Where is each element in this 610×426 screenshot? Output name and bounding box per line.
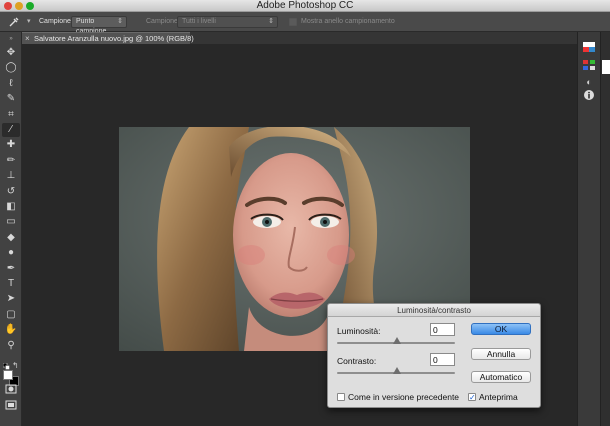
marquee-icon[interactable]: ◯ — [2, 61, 20, 75]
contrast-input[interactable] — [430, 353, 455, 366]
document-tab-bar: × Salvatore Aranzulla nuovo.jpg @ 100% (… — [22, 32, 577, 44]
eyedropper-icon[interactable]: ⁄ — [2, 123, 20, 137]
toolbox: » ✥ ◯ ℓ ✎ ⌗ ⁄ ✚ ✏ ⊥ ↺ ◧ ▭ ◆ ● ✒ T ➤ ▢ ✋ ⚲ ↰ — [0, 32, 22, 426]
show-ring-checkbox[interactable] — [289, 18, 297, 26]
shape-icon[interactable]: ▢ — [2, 308, 20, 322]
sample-size-select[interactable]: Punto campione ⇕ — [71, 16, 127, 35]
quick-mask-icon[interactable] — [2, 384, 20, 398]
blur-icon[interactable]: ◆ — [2, 231, 20, 245]
title-bar: Adobe Photoshop CC — [0, 0, 610, 12]
app-title: Adobe Photoshop CC — [256, 0, 354, 11]
document-tab[interactable]: × Salvatore Aranzulla nuovo.jpg @ 100% (… — [22, 32, 194, 44]
auto-button[interactable]: Automatico — [471, 371, 531, 383]
contrast-slider[interactable] — [337, 367, 455, 374]
chevron-down-icon[interactable]: ▾ — [27, 12, 31, 32]
options-bar: ▾ Campione: Punto campione ⇕ Campione: T… — [0, 12, 610, 35]
type-icon[interactable]: T — [2, 277, 20, 291]
lasso-icon[interactable]: ℓ — [2, 77, 20, 91]
brightness-slider[interactable] — [337, 337, 455, 344]
dialog-title: Luminosità/contrasto — [328, 304, 540, 317]
select-arrows-icon: ⇕ — [268, 18, 274, 25]
brightness-label: Luminosità: — [337, 326, 381, 336]
ok-button[interactable]: OK — [471, 323, 531, 335]
sample-layers-label: Campione: — [146, 18, 180, 25]
color-picker-field[interactable] — [602, 60, 610, 74]
eraser-icon[interactable]: ◧ — [2, 200, 20, 214]
healing-icon[interactable]: ✚ — [2, 138, 20, 152]
color-panel-icon[interactable] — [582, 42, 596, 54]
pen-icon[interactable]: ✒ — [2, 262, 20, 276]
history-brush-icon[interactable]: ↺ — [2, 185, 20, 199]
swatches-panel-icon[interactable] — [582, 60, 596, 72]
brightness-slider-thumb[interactable] — [393, 337, 401, 344]
legacy-label: Come in versione precedente — [348, 392, 460, 402]
adjustments-panel-icon[interactable]: ◐ — [582, 76, 596, 88]
foreground-color-swatch[interactable] — [3, 370, 13, 380]
contrast-slider-thumb[interactable] — [393, 367, 401, 374]
brightness-input[interactable] — [430, 323, 455, 336]
brush-icon[interactable]: ✏ — [2, 154, 20, 168]
sample-label: Campione: — [39, 18, 73, 25]
eyedropper-tool-preset-icon[interactable] — [8, 16, 20, 28]
contrast-label: Contrasto: — [337, 356, 377, 366]
info-panel-icon[interactable] — [582, 90, 596, 102]
preview-checkbox[interactable]: ✓ — [468, 393, 476, 402]
default-colors-icon[interactable] — [2, 362, 10, 370]
crop-icon[interactable]: ⌗ — [2, 108, 20, 122]
hand-icon[interactable]: ✋ — [2, 323, 20, 337]
zoom-icon[interactable]: ⚲ — [2, 339, 20, 353]
show-ring-label: Mostra anello campionamento — [301, 18, 395, 25]
cancel-button[interactable]: Annulla — [471, 348, 531, 360]
legacy-checkbox[interactable] — [337, 393, 345, 401]
right-panel-column — [600, 32, 610, 426]
document-tab-title: Salvatore Aranzulla nuovo.jpg @ 100% (RG… — [34, 34, 194, 43]
select-arrows-icon: ⇕ — [117, 18, 123, 25]
preview-label: Anteprima — [479, 392, 518, 402]
move-icon[interactable]: ✥ — [2, 46, 20, 60]
brightness-contrast-dialog: Luminosità/contrasto Luminosità: Contras… — [327, 303, 541, 408]
sample-layers-select[interactable]: Tutti i livelli ⇕ — [177, 16, 278, 28]
screen-mode-icon[interactable] — [2, 400, 20, 414]
gradient-icon[interactable]: ▭ — [2, 215, 20, 229]
sample-layers-value: Tutti i livelli — [182, 18, 216, 25]
quick-select-icon[interactable]: ✎ — [2, 92, 20, 106]
stamp-icon[interactable]: ⊥ — [2, 169, 20, 183]
path-select-icon[interactable]: ➤ — [2, 292, 20, 306]
right-panel-dock: ◐ — [577, 32, 600, 426]
dodge-icon[interactable]: ● — [2, 246, 20, 260]
collapse-toolbox-icon[interactable]: » — [0, 35, 22, 43]
close-tab-icon[interactable]: × — [25, 33, 30, 44]
swap-colors-icon[interactable]: ↰ — [12, 361, 19, 370]
